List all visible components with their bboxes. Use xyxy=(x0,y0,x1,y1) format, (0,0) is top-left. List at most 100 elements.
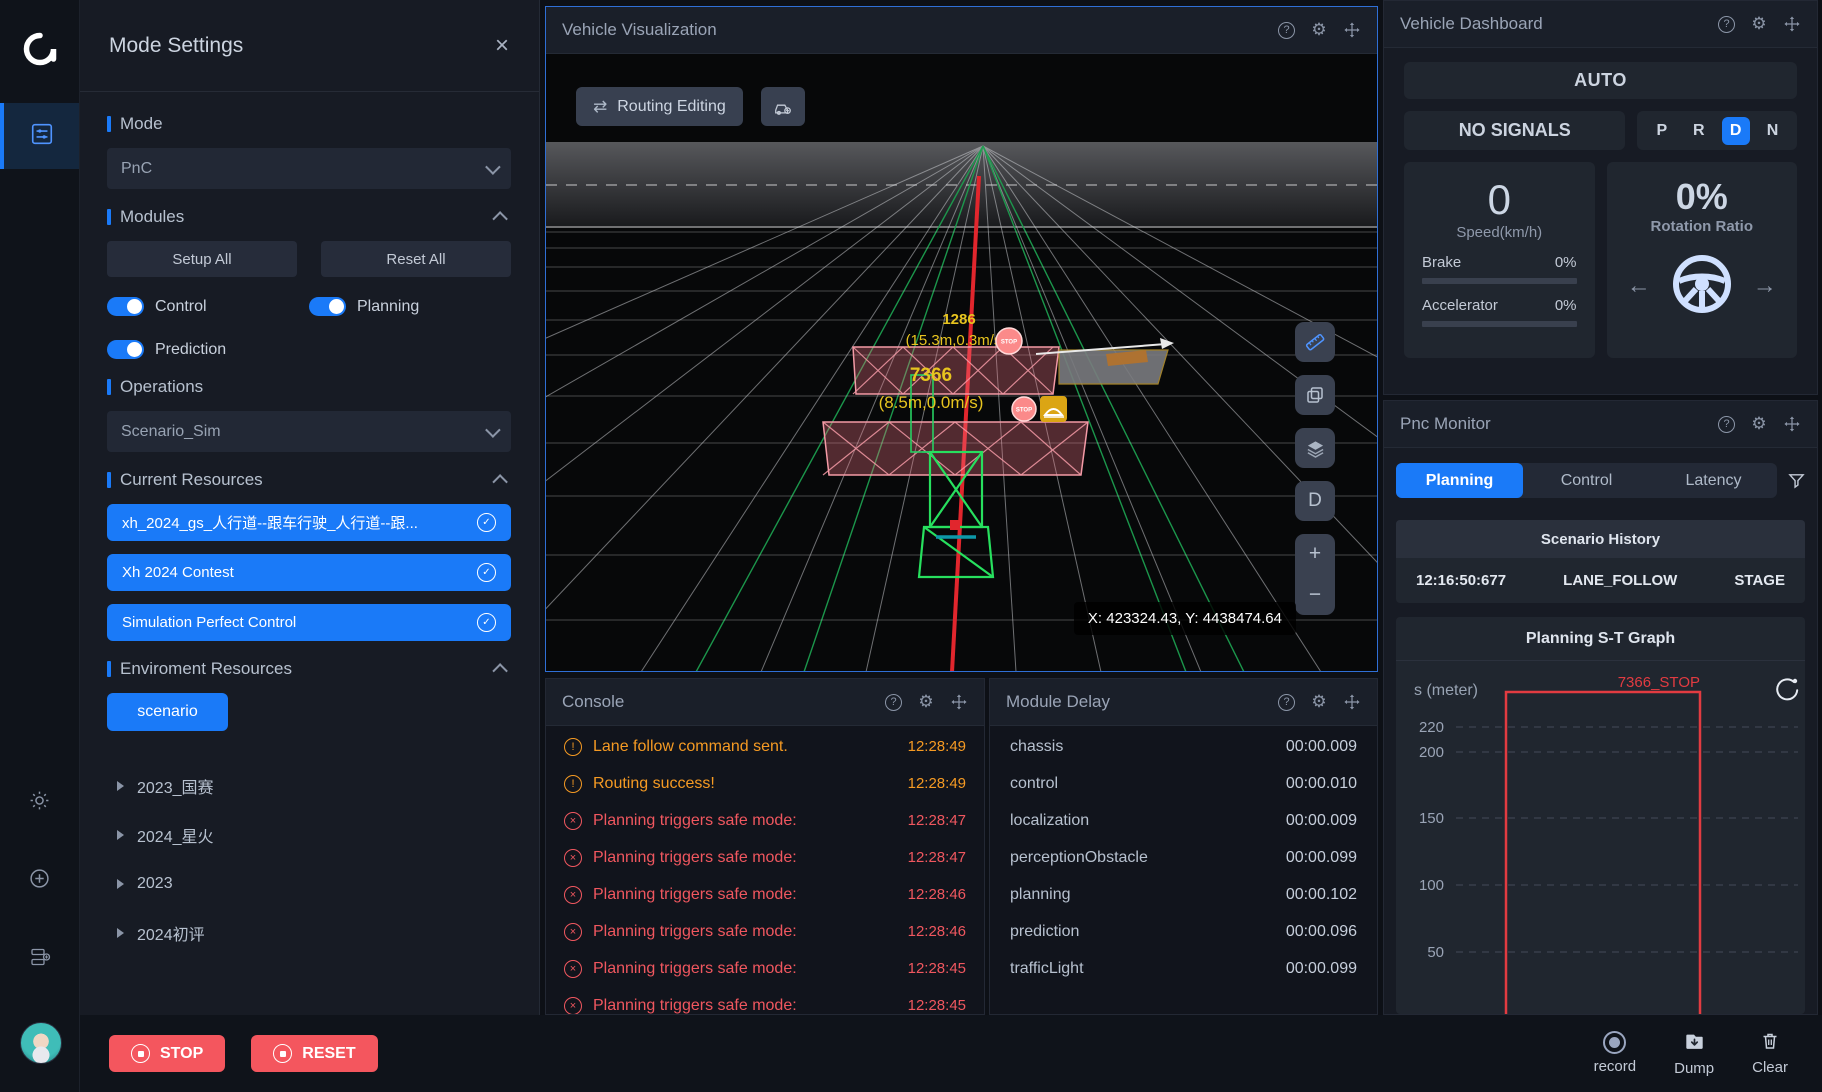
planning-switch[interactable] xyxy=(309,297,346,316)
dimension-toggle-button[interactable]: D xyxy=(1295,481,1335,521)
module-delay-panel: Module Delay chassis00:00.009 control00:… xyxy=(989,678,1378,1015)
log-row: Planning triggers safe mode:12:28:46 xyxy=(546,876,984,913)
dump-button[interactable]: Dump xyxy=(1674,1031,1714,1077)
steer-left-arrow-icon: ← xyxy=(1627,274,1651,298)
collapse-icon[interactable] xyxy=(492,211,508,227)
steering-wheel-icon xyxy=(1671,253,1733,320)
delay-row: planning00:00.102 xyxy=(990,876,1377,913)
tab-planning[interactable]: Planning xyxy=(1396,463,1523,498)
tree-item[interactable]: 2024_星火 xyxy=(107,810,511,859)
map-coordinates: X: 423324.43, Y: 4438474.64 xyxy=(1074,602,1296,635)
scenario-history-card: Scenario History 12:16:50:677 LANE_FOLLO… xyxy=(1396,520,1805,603)
copy-view-icon[interactable] xyxy=(1295,375,1335,415)
delay-row: control00:00.010 xyxy=(990,765,1377,802)
mode-settings-icon xyxy=(30,122,54,151)
resource-manager-icon[interactable] xyxy=(0,946,79,968)
pnc-monitor-panel: Pnc Monitor Planning Control Latency Sce… xyxy=(1383,400,1818,1015)
resource-item[interactable]: Xh 2024 Contest xyxy=(107,554,511,591)
user-avatar[interactable] xyxy=(20,1022,62,1064)
theme-icon[interactable] xyxy=(0,790,79,811)
help-icon[interactable] xyxy=(1278,694,1295,711)
tree-item[interactable]: 2024初评 xyxy=(107,908,511,957)
collapse-icon[interactable] xyxy=(492,474,508,490)
scenario-tag-button[interactable]: scenario xyxy=(107,693,228,731)
expand-arrow-icon[interactable] xyxy=(117,830,124,840)
expand-arrow-icon[interactable] xyxy=(117,928,124,938)
dashboard-body: AUTO NO SIGNALS P R D N 0 Speed(km/h) Br… xyxy=(1384,48,1817,394)
toggle-label: Control xyxy=(155,298,207,316)
move-icon[interactable] xyxy=(1783,15,1801,33)
st-graph-title: Planning S-T Graph xyxy=(1396,617,1805,661)
3d-scene-canvas[interactable]: 1286 (15.3m,0.3m/s) 7366 (8.5m,0.0m/s) S… xyxy=(546,54,1377,671)
prediction-switch[interactable] xyxy=(107,340,144,359)
resource-item[interactable]: Simulation Perfect Control xyxy=(107,604,511,641)
viz-toolbar: D + − xyxy=(1295,322,1335,615)
chart-refresh-icon[interactable] xyxy=(1777,679,1797,700)
sidebar-item-mode-settings[interactable] xyxy=(0,103,79,169)
expand-arrow-icon[interactable] xyxy=(117,879,124,889)
log-row: Planning triggers safe mode:12:28:45 xyxy=(546,950,984,987)
tab-control[interactable]: Control xyxy=(1523,463,1650,498)
common-routing-button[interactable] xyxy=(761,87,805,126)
tab-latency[interactable]: Latency xyxy=(1650,463,1777,498)
move-icon[interactable] xyxy=(1343,21,1361,39)
move-icon[interactable] xyxy=(950,693,968,711)
warning-icon xyxy=(1040,396,1067,422)
toggle-label: Planning xyxy=(357,298,419,316)
y-tick: 150 xyxy=(1419,810,1444,827)
error-circle-icon xyxy=(564,997,582,1015)
help-icon[interactable] xyxy=(1278,22,1295,39)
operations-select[interactable]: Scenario_Sim xyxy=(107,411,511,452)
resource-item[interactable]: xh_2024_gs_人行道--跟车行驶_人行道--跟... xyxy=(107,504,511,541)
tree-item[interactable]: 2023_国赛 xyxy=(107,761,511,810)
gear-icon[interactable] xyxy=(1750,15,1768,33)
warning-circle-icon xyxy=(564,738,582,756)
gear-icon[interactable] xyxy=(1750,415,1768,433)
routing-editing-button[interactable]: Routing Editing xyxy=(576,87,743,126)
mode-select[interactable]: PnC xyxy=(107,148,511,189)
gear-r: R xyxy=(1685,117,1713,145)
obstacle-id-label: 7366 xyxy=(910,365,952,386)
section-title-environment-resources: Enviroment Resources xyxy=(120,659,292,679)
section-modules: Modules xyxy=(107,207,511,227)
control-switch[interactable] xyxy=(107,297,144,316)
obstacle-id-label: 1286 xyxy=(942,311,975,328)
zoom-in-button[interactable]: + xyxy=(1295,534,1335,575)
clear-button[interactable]: Clear xyxy=(1752,1031,1788,1077)
close-icon[interactable] xyxy=(495,34,509,58)
trash-icon xyxy=(1760,1031,1780,1055)
gear-p: P xyxy=(1648,117,1676,145)
move-icon[interactable] xyxy=(1783,415,1801,433)
ruler-icon[interactable] xyxy=(1295,322,1335,362)
zoom-out-button[interactable]: − xyxy=(1295,575,1335,616)
stop-icon xyxy=(131,1044,150,1063)
section-title-current-resources: Current Resources xyxy=(120,470,263,490)
speed-card: 0 Speed(km/h) Brake0% Accelerator0% xyxy=(1404,162,1595,358)
move-icon[interactable] xyxy=(1343,693,1361,711)
help-icon[interactable] xyxy=(1718,416,1735,433)
add-panel-icon[interactable] xyxy=(0,868,79,889)
layers-icon[interactable] xyxy=(1295,428,1335,468)
collapse-icon[interactable] xyxy=(492,663,508,679)
delay-row: perceptionObstacle00:00.099 xyxy=(990,839,1377,876)
stop-button[interactable]: STOP xyxy=(109,1035,225,1072)
record-icon xyxy=(1603,1031,1626,1054)
setup-all-button[interactable]: Setup All xyxy=(107,241,297,277)
apollo-logo-icon[interactable] xyxy=(0,30,79,68)
help-icon[interactable] xyxy=(885,694,902,711)
bottom-bar: STOP RESET record Dump Clear xyxy=(79,1015,1822,1092)
reset-all-button[interactable]: Reset All xyxy=(321,241,511,277)
reset-button[interactable]: RESET xyxy=(251,1035,377,1072)
gear-icon[interactable] xyxy=(917,693,935,711)
module-toggles: Control Planning Prediction xyxy=(107,297,511,359)
help-icon[interactable] xyxy=(1718,16,1735,33)
gear-icon[interactable] xyxy=(1310,693,1328,711)
tree-item[interactable]: 2023 xyxy=(107,859,511,908)
expand-arrow-icon[interactable] xyxy=(117,781,124,791)
record-button[interactable]: record xyxy=(1594,1031,1637,1077)
panel-title: Module Delay xyxy=(1006,692,1110,712)
filter-icon[interactable] xyxy=(1788,472,1805,489)
drive-mode-indicator: AUTO xyxy=(1404,62,1797,99)
dreamview-app: Mode Settings Mode PnC Modules Setup All… xyxy=(0,0,1822,1092)
gear-icon[interactable] xyxy=(1310,21,1328,39)
